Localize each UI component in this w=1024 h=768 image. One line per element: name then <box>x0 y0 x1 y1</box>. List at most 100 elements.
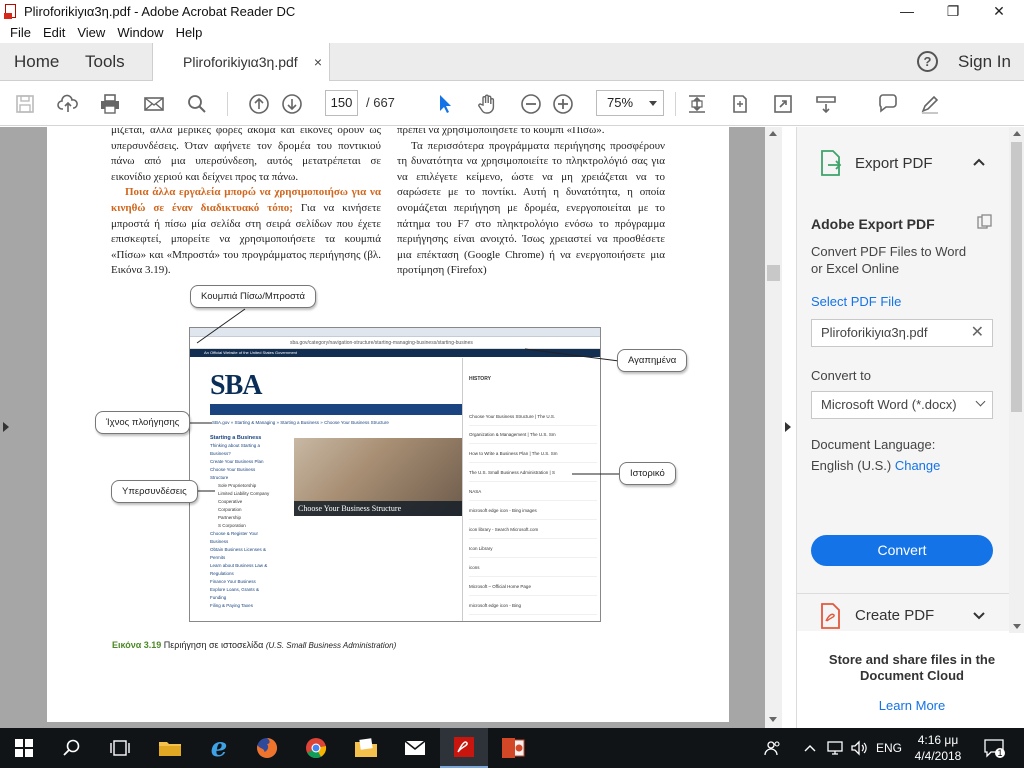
next-page-icon[interactable] <box>280 92 304 116</box>
cloud-files-icon <box>977 214 992 229</box>
highlight-pen-icon[interactable] <box>918 92 942 116</box>
scroll-down-icon[interactable] <box>769 717 777 722</box>
mail-icon[interactable] <box>391 728 439 768</box>
scroll-thumb[interactable] <box>767 265 780 281</box>
export-title: Adobe Export PDF <box>811 216 935 232</box>
change-language-link[interactable]: Change <box>895 458 941 473</box>
menu-window[interactable]: Window <box>111 25 169 40</box>
export-description: Convert PDF Files to Word or Excel Onlin… <box>811 244 967 276</box>
callout-favorites: Αγαπημένα <box>617 349 688 372</box>
scroll-down-icon[interactable] <box>1013 624 1021 629</box>
convert-to-label: Convert to <box>811 368 871 383</box>
print-icon[interactable] <box>98 92 122 116</box>
scroll-mode-icon[interactable] <box>814 92 838 116</box>
toolbar <box>0 82 1024 126</box>
powerpoint-icon[interactable] <box>489 728 537 768</box>
minimize-button[interactable]: — <box>884 0 930 22</box>
chevron-down-icon <box>975 396 986 407</box>
language-indicator[interactable]: ENG <box>876 728 902 768</box>
volume-icon[interactable] <box>850 728 868 768</box>
upload-cloud-icon[interactable] <box>56 92 80 116</box>
document-language-value: English (U.S.) Change <box>811 458 941 473</box>
help-icon[interactable]: ? <box>917 51 938 72</box>
previous-page-icon[interactable] <box>247 92 271 116</box>
export-pdf-header[interactable]: Export PDF <box>797 141 1010 185</box>
left-panel-toggle-icon[interactable] <box>3 422 9 432</box>
file-explorer-icon[interactable] <box>146 728 194 768</box>
mail-folder-icon[interactable] <box>342 728 390 768</box>
maximize-button[interactable]: ❐ <box>930 0 976 22</box>
scroll-up-icon[interactable] <box>1013 131 1021 136</box>
menu-edit[interactable]: Edit <box>37 25 71 40</box>
fit-page-icon[interactable] <box>685 92 709 116</box>
zoom-select[interactable]: 75% <box>596 90 664 116</box>
comment-icon[interactable] <box>876 92 900 116</box>
select-cursor-icon[interactable] <box>433 92 457 116</box>
callout-hyperlinks: Υπερσυνδέσεις <box>111 480 198 503</box>
task-view-icon[interactable] <box>96 728 144 768</box>
menu-view[interactable]: View <box>71 25 111 40</box>
document-viewer[interactable]: μίζεται, αλλά μερικές φορές ακόμα και ει… <box>0 127 782 728</box>
page-number-input[interactable]: 150 <box>325 90 358 116</box>
store-share-text: Store and share files in the Document Cl… <box>828 652 996 683</box>
scroll-thumb[interactable] <box>1011 142 1022 412</box>
save-icon[interactable] <box>13 92 37 116</box>
notification-count: 1 <box>997 748 1003 758</box>
menu-help[interactable]: Help <box>170 25 209 40</box>
page-total: / 667 <box>366 95 395 110</box>
callout-breadcrumb: Ίχνος πλοήγησης <box>95 411 191 434</box>
show-hidden-icons-chevron-icon[interactable] <box>804 728 816 768</box>
pdf-page: μίζεται, αλλά μερικές φορές ακόμα και ει… <box>47 127 729 722</box>
tab-document-label: Pliroforikiyια3η.pdf <box>183 54 298 70</box>
close-tab-icon[interactable]: × <box>314 54 322 70</box>
notifications-icon[interactable]: 1 <box>983 728 1005 768</box>
system-clock[interactable]: 4:16 μμ 4/4/2018 <box>906 732 970 764</box>
callout-back-forward: Κουμπιά Πίσω/Μπροστά <box>190 285 316 308</box>
chrome-icon[interactable] <box>292 728 340 768</box>
chevron-down-icon <box>649 101 657 106</box>
chevron-down-icon[interactable] <box>972 608 986 622</box>
acrobat-reader-taskbar-icon[interactable] <box>440 728 488 768</box>
clear-file-icon[interactable]: ✕ <box>971 320 984 346</box>
document-language-label: Document Language: <box>811 437 936 452</box>
menu-bar: File Edit View Window Help <box>0 22 1024 43</box>
callout-history: Ιστορικό <box>619 462 676 485</box>
close-window-button[interactable]: ✕ <box>976 0 1022 22</box>
zoom-out-icon[interactable] <box>519 92 543 116</box>
figure-caption: Εικόνα 3.19 Περιήγηση σε ιστοσελίδα (U.S… <box>112 640 397 650</box>
tab-home[interactable]: Home <box>14 43 59 80</box>
window-title: Pliroforikiyια3η.pdf - Adobe Acrobat Rea… <box>24 3 296 19</box>
title-bar: Pliroforikiyια3η.pdf - Adobe Acrobat Rea… <box>0 0 1024 22</box>
hand-tool-icon[interactable] <box>475 92 499 116</box>
learn-more-link[interactable]: Learn More <box>817 698 1007 713</box>
internet-explorer-icon[interactable]: e <box>195 728 243 768</box>
convert-button[interactable]: Convert <box>811 535 993 566</box>
tab-document[interactable]: Pliroforikiyια3η.pdf × <box>152 43 330 81</box>
convert-to-select[interactable]: Microsoft Word (*.docx) <box>811 391 993 419</box>
rotate-view-icon[interactable] <box>728 92 752 116</box>
people-icon[interactable] <box>764 728 782 768</box>
zoom-in-icon[interactable] <box>551 92 575 116</box>
start-windows-icon[interactable] <box>0 728 48 768</box>
create-pdf-icon <box>821 603 840 629</box>
email-icon[interactable] <box>142 92 166 116</box>
chevron-up-icon[interactable] <box>972 155 986 169</box>
firefox-icon[interactable] <box>243 728 291 768</box>
document-scrollbar[interactable] <box>765 127 782 728</box>
tab-tools[interactable]: Tools <box>85 43 125 80</box>
scroll-up-icon[interactable] <box>769 131 777 136</box>
panel-scrollbar[interactable] <box>1009 127 1024 633</box>
selected-file-field[interactable]: Pliroforikiyια3η.pdf ✕ <box>811 319 993 347</box>
collapse-panel-icon[interactable] <box>785 422 791 432</box>
export-pdf-icon <box>821 150 842 176</box>
network-icon[interactable] <box>826 728 844 768</box>
search-icon[interactable] <box>48 728 96 768</box>
tab-bar: Home Tools Pliroforikiyια3η.pdf × ? Sign… <box>0 43 1024 81</box>
search-icon[interactable] <box>185 92 209 116</box>
full-screen-icon[interactable] <box>771 92 795 116</box>
windows-taskbar: e ENG 4:16 μμ 4/4/2018 1 <box>0 728 1024 768</box>
menu-file[interactable]: File <box>4 25 37 40</box>
select-pdf-file-link[interactable]: Select PDF File <box>811 294 901 309</box>
acrobat-pdf-icon <box>4 3 18 19</box>
sign-in-button[interactable]: Sign In <box>958 43 1011 80</box>
